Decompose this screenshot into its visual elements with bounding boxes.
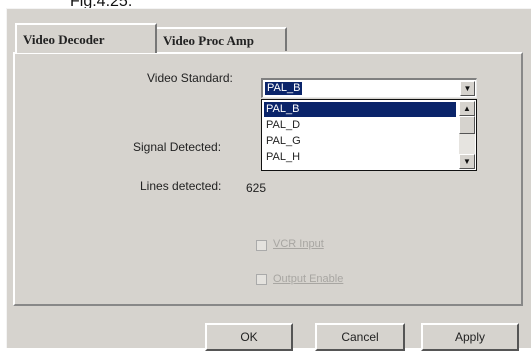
video-standard-label: Video Standard: <box>147 71 233 85</box>
properties-dialog: Video Decoder Video Proc Amp Video Stand… <box>6 8 531 351</box>
tab-video-decoder[interactable]: Video Decoder <box>15 23 157 53</box>
scroll-down-arrow-icon[interactable]: ▼ <box>459 154 475 169</box>
lines-detected-value: 625 <box>246 181 267 195</box>
lines-detected-label: Lines detected: <box>140 179 222 193</box>
output-enable-checkbox[interactable] <box>256 274 267 285</box>
option-pal-b[interactable]: PAL_B <box>264 102 456 117</box>
dropdown-scrollbar[interactable]: ▲ ▼ <box>459 101 475 169</box>
tab-video-proc-amp[interactable]: Video Proc Amp <box>157 27 287 51</box>
scroll-up-arrow-icon[interactable]: ▲ <box>459 101 475 116</box>
video-standard-combobox[interactable]: PAL_B ▼ <box>261 78 477 98</box>
signal-detected-label: Signal Detected: <box>133 140 222 154</box>
vcr-input-checkbox[interactable] <box>256 240 267 251</box>
option-pal-d[interactable]: PAL_D <box>264 118 456 133</box>
vcr-input-label: VCR Input <box>273 238 324 250</box>
option-pal-g[interactable]: PAL_G <box>264 134 456 149</box>
output-enable-label: Output Enable <box>273 273 344 285</box>
scrollbar-thumb[interactable] <box>459 116 475 134</box>
video-standard-value: PAL_B <box>265 82 303 95</box>
video-standard-dropdown-list: PAL_B PAL_D PAL_G PAL_H ▲ ▼ <box>261 99 477 171</box>
chevron-down-icon[interactable]: ▼ <box>460 81 475 96</box>
option-pal-h[interactable]: PAL_H <box>264 150 456 165</box>
